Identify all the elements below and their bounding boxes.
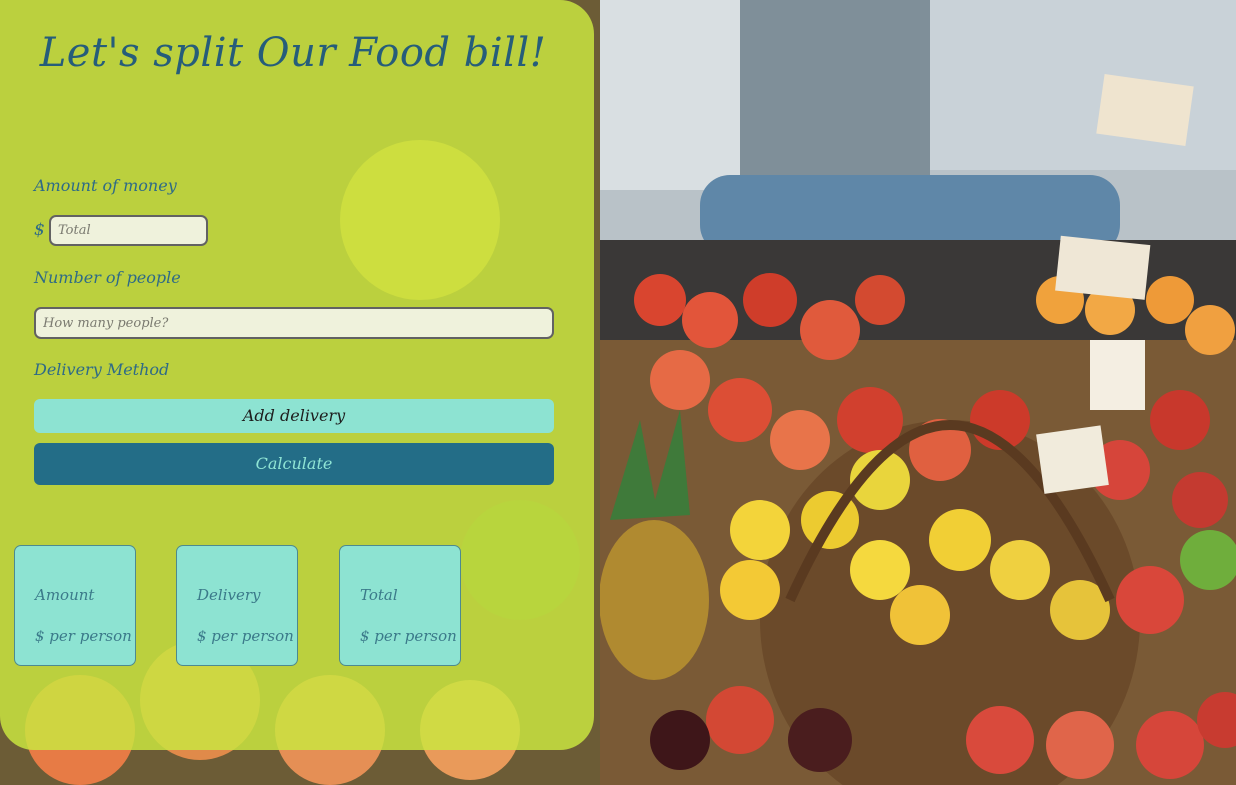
delivery-method-label: Delivery Method [34, 360, 170, 379]
bill-splitter-panel: Let's split Our Food bill! Amount of mon… [0, 0, 594, 750]
currency-symbol: $ [34, 220, 45, 240]
total-result-card: Total $ per person [339, 545, 461, 666]
amount-result-card: Amount $ per person [14, 545, 136, 666]
people-label: Number of people [34, 268, 181, 287]
delivery-result-card: Delivery $ per person [176, 545, 298, 666]
delivery-result-value: $ per person [197, 627, 294, 645]
people-count-input[interactable] [34, 307, 554, 339]
add-delivery-button[interactable]: Add delivery [34, 399, 554, 433]
total-result-value: $ per person [360, 627, 457, 645]
calculate-button[interactable]: Calculate [34, 443, 554, 485]
amount-result-value: $ per person [35, 627, 132, 645]
amount-label: Amount of money [34, 176, 177, 195]
total-result-title: Total [360, 586, 398, 604]
page-title: Let's split Our Food bill! [39, 30, 547, 76]
delivery-result-title: Delivery [197, 586, 261, 604]
amount-result-title: Amount [35, 586, 95, 604]
total-amount-input[interactable] [49, 215, 208, 246]
